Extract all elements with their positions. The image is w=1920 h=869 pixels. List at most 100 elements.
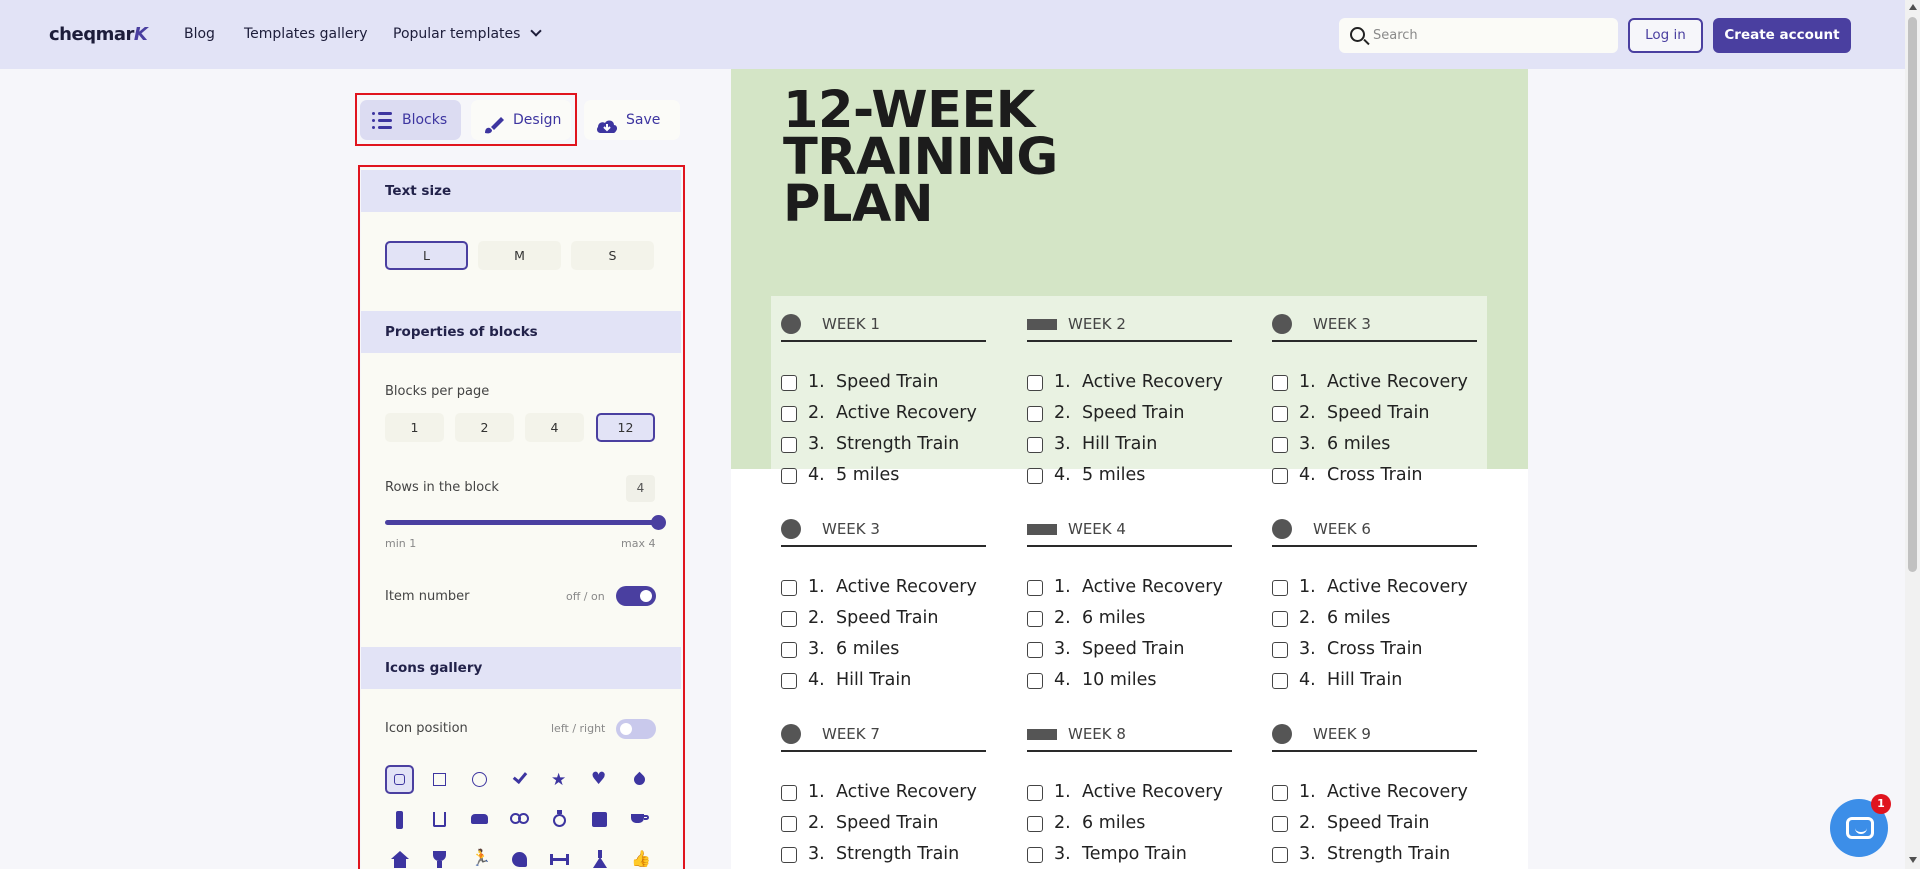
heart-icon[interactable]: ♥ (585, 765, 614, 794)
check-icon[interactable] (505, 765, 534, 794)
item-checkbox[interactable] (1272, 785, 1288, 801)
item-text[interactable]: Hill Train (1327, 670, 1402, 690)
trophy-icon[interactable] (425, 845, 454, 869)
nav-blog-link[interactable]: Blog (184, 26, 215, 42)
arm-icon[interactable] (505, 845, 534, 869)
item-text[interactable]: Speed Train (1082, 639, 1184, 659)
item-text[interactable]: Speed Train (836, 813, 938, 833)
scroll-up-arrow-icon[interactable] (1909, 4, 1917, 10)
blocks-per-page-12-button[interactable]: 12 (596, 413, 655, 442)
scroll-down-arrow-icon[interactable] (1909, 857, 1917, 863)
item-text[interactable]: Active Recovery (836, 782, 977, 802)
item-text[interactable]: 6 miles (1327, 608, 1390, 628)
week-title[interactable]: WEEK 2 (1068, 315, 1126, 333)
item-text[interactable]: Strength Train (836, 844, 959, 864)
item-checkbox[interactable] (781, 611, 797, 627)
item-text[interactable]: Active Recovery (836, 403, 977, 423)
item-text[interactable]: 10 miles (1082, 670, 1157, 690)
week-title[interactable]: WEEK 4 (1068, 520, 1126, 538)
film-icon[interactable] (585, 805, 614, 834)
tab-design[interactable]: Design (471, 100, 571, 140)
scroll-thumb[interactable] (1908, 17, 1917, 572)
item-checkbox[interactable] (1272, 673, 1288, 689)
week-block[interactable]: WEEK 3 1. Active Recovery 2. Speed Train 3. 6 … (1272, 302, 1477, 502)
ring-icon[interactable] (545, 805, 574, 834)
item-checkbox[interactable] (781, 406, 797, 422)
rounded-square-icon[interactable] (385, 765, 414, 794)
item-checkbox[interactable] (1027, 642, 1043, 658)
item-checkbox[interactable] (781, 673, 797, 689)
rows-value-box[interactable]: 4 (626, 475, 655, 502)
icon-position-toggle[interactable] (616, 719, 656, 739)
item-text[interactable]: Active Recovery (1082, 577, 1223, 597)
item-checkbox[interactable] (1272, 468, 1288, 484)
item-text[interactable]: Active Recovery (1327, 577, 1468, 597)
item-checkbox[interactable] (781, 580, 797, 596)
week-block[interactable]: WEEK 8 1. Active Recovery 2. 6 miles 3. Tempo … (1027, 712, 1232, 869)
blocks-per-page-2-button[interactable]: 2 (455, 413, 514, 442)
nav-templates-gallery-link[interactable]: Templates gallery (244, 26, 368, 42)
item-text[interactable]: Cross Train (1327, 639, 1423, 659)
week-title[interactable]: WEEK 1 (822, 315, 880, 333)
week-title[interactable]: WEEK 9 (1313, 725, 1371, 743)
item-text[interactable]: 5 miles (836, 465, 899, 485)
week-title[interactable]: WEEK 8 (1068, 725, 1126, 743)
dumbbell-icon[interactable] (545, 845, 574, 869)
week-title[interactable]: WEEK 3 (822, 520, 880, 538)
item-text[interactable]: Speed Train (1327, 813, 1429, 833)
item-text[interactable]: 6 miles (1082, 608, 1145, 628)
rows-slider-thumb[interactable] (651, 515, 666, 530)
house-icon[interactable] (385, 845, 414, 869)
item-text[interactable]: Speed Train (836, 608, 938, 628)
item-checkbox[interactable] (1027, 785, 1043, 801)
item-checkbox[interactable] (1272, 375, 1288, 391)
glass-icon[interactable] (425, 805, 454, 834)
item-checkbox[interactable] (1027, 847, 1043, 863)
drop-icon[interactable] (625, 765, 654, 794)
text-size-l-button[interactable]: L (385, 241, 468, 270)
rings-icon[interactable] (505, 805, 534, 834)
thumbs-up-icon[interactable]: 👍 (625, 845, 654, 869)
item-text[interactable]: Active Recovery (1327, 782, 1468, 802)
item-checkbox[interactable] (781, 375, 797, 391)
item-text[interactable]: 6 miles (1082, 813, 1145, 833)
item-text[interactable]: Hill Train (1082, 434, 1157, 454)
circle-icon[interactable] (465, 765, 494, 794)
create-account-button[interactable]: Create account (1713, 18, 1851, 53)
item-text[interactable]: Active Recovery (1327, 372, 1468, 392)
runner-icon[interactable]: 🏃 (465, 845, 494, 869)
cheqmark-logo[interactable]: cheqmarK (49, 24, 148, 45)
text-size-m-button[interactable]: M (478, 241, 561, 270)
item-text[interactable]: 5 miles (1082, 465, 1145, 485)
week-block[interactable]: WEEK 6 1. Active Recovery 2. 6 miles 3. Cross … (1272, 507, 1477, 707)
item-text[interactable]: 6 miles (836, 639, 899, 659)
item-checkbox[interactable] (1272, 642, 1288, 658)
week-block[interactable]: WEEK 4 1. Active Recovery 2. 6 miles 3. Speed … (1027, 507, 1232, 707)
tab-blocks[interactable]: Blocks (360, 100, 461, 140)
item-checkbox[interactable] (781, 847, 797, 863)
item-checkbox[interactable] (1027, 468, 1043, 484)
blocks-per-page-1-button[interactable]: 1 (385, 413, 444, 442)
item-checkbox[interactable] (1272, 611, 1288, 627)
item-checkbox[interactable] (781, 816, 797, 832)
item-text[interactable]: Active Recovery (836, 577, 977, 597)
item-text[interactable]: Speed Train (1082, 403, 1184, 423)
week-block[interactable]: WEEK 2 1. Active Recovery 2. Speed Train 3. Hi… (1027, 302, 1232, 502)
item-text[interactable]: Cross Train (1327, 465, 1423, 485)
week-block[interactable]: WEEK 7 1. Active Recovery 2. Speed Train 3. St… (781, 712, 986, 869)
item-number-toggle[interactable] (616, 586, 656, 606)
item-checkbox[interactable] (1272, 406, 1288, 422)
week-block[interactable]: WEEK 9 1. Active Recovery 2. Speed Train 3. St… (1272, 712, 1477, 869)
login-button[interactable]: Log in (1628, 18, 1703, 53)
item-checkbox[interactable] (1027, 580, 1043, 596)
item-checkbox[interactable] (1272, 816, 1288, 832)
item-checkbox[interactable] (781, 468, 797, 484)
cup-icon[interactable] (625, 805, 654, 834)
star-icon[interactable]: ★ (545, 765, 574, 794)
item-checkbox[interactable] (781, 437, 797, 453)
item-text[interactable]: Speed Train (836, 372, 938, 392)
search-input[interactable] (1373, 18, 1613, 53)
week-block[interactable]: WEEK 3 1. Active Recovery 2. Speed Train 3. 6 … (781, 507, 986, 707)
item-text[interactable]: Active Recovery (1082, 782, 1223, 802)
rows-slider-track[interactable] (385, 520, 656, 525)
